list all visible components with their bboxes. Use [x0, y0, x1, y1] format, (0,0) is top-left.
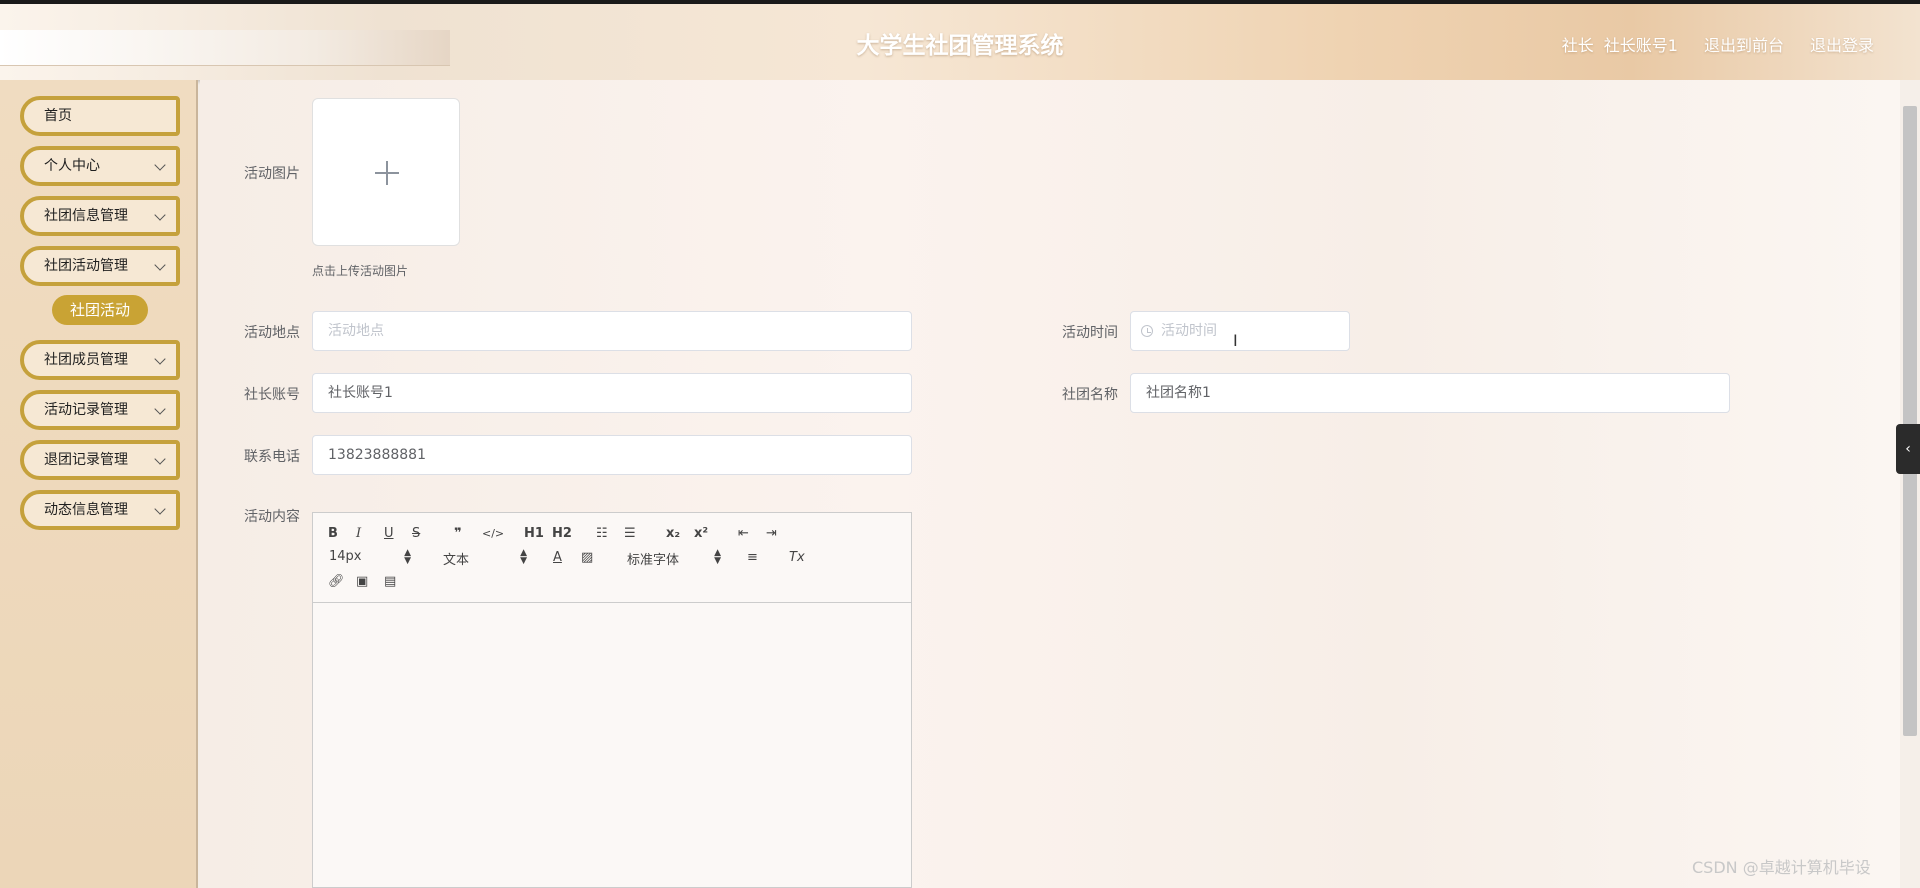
chevron-down-icon — [154, 209, 166, 221]
location-placeholder: 活动地点 — [328, 323, 384, 339]
plus-icon-vertical — [386, 161, 388, 185]
strike-button[interactable]: S — [412, 525, 420, 543]
bullet-list-icon[interactable]: ☰ — [624, 525, 636, 543]
clear-format-button[interactable]: Tx — [789, 549, 805, 567]
club-label: 社团名称 — [1062, 387, 1118, 403]
leader-value: 社长账号1 — [328, 385, 393, 401]
font-size-value: 14px — [329, 549, 362, 564]
video-icon[interactable]: ▤ — [384, 573, 396, 591]
sidebar: 首页 个人中心 社团信息管理 社团活动管理 社团活动 社团成员管理 活动记录管理… — [0, 80, 198, 888]
leader-input[interactable]: 社长账号1 — [312, 373, 912, 413]
sidebar-item-label: 活动记录管理 — [44, 402, 128, 418]
font-color-icon[interactable]: A — [553, 549, 562, 567]
header-actions: 社长 社长账号1 退出到前台 退出登录 — [1562, 32, 1874, 56]
submenu-club-activity[interactable]: 社团活动 — [52, 295, 148, 325]
sidebar-item-members[interactable]: 社团成员管理 — [20, 340, 180, 380]
time-placeholder: 活动时间 — [1161, 323, 1217, 339]
underline-button[interactable]: U — [384, 525, 394, 543]
h1-button[interactable]: H1 — [524, 525, 544, 543]
chevron-down-icon — [154, 259, 166, 271]
chevron-down-icon — [154, 403, 166, 415]
font-family-select[interactable]: 标准字体 ▲ ▼ — [627, 548, 721, 569]
text-cursor-icon: I — [1233, 331, 1238, 350]
sidebar-item-quit-records[interactable]: 退团记录管理 — [20, 440, 180, 480]
sidebar-item-label: 动态信息管理 — [44, 502, 128, 518]
chevron-down-icon — [154, 453, 166, 465]
editor-toolbar: B I U S ❞ </> H1 H2 ☷ ☰ x₂ x² ⇤ ⇥ 14px ▲… — [313, 513, 911, 603]
sidebar-item-label: 首页 — [44, 108, 72, 124]
font-size-select[interactable]: 14px ▲ ▼ — [329, 549, 411, 567]
indent-icon[interactable]: ⇥ — [766, 525, 777, 543]
ordered-list-icon[interactable]: ☷ — [596, 525, 608, 543]
chevron-down-icon — [154, 159, 166, 171]
chevron-down-icon — [154, 353, 166, 365]
sidebar-item-label: 社团成员管理 — [44, 352, 128, 368]
select-arrow-icon: ▲ ▼ — [520, 548, 527, 566]
club-input[interactable]: 社团名称1 — [1130, 373, 1730, 413]
image-label: 活动图片 — [244, 166, 300, 182]
chevron-left-icon[interactable]: ‹ — [1896, 424, 1920, 474]
code-button[interactable]: </> — [482, 525, 504, 543]
club-value: 社团名称1 — [1146, 385, 1211, 401]
sidebar-item-news[interactable]: 动态信息管理 — [20, 490, 180, 530]
location-label: 活动地点 — [244, 325, 300, 341]
sidebar-item-home[interactable]: 首页 — [20, 96, 180, 136]
sidebar-item-label: 社团活动管理 — [44, 258, 128, 274]
image-upload[interactable] — [312, 98, 460, 246]
select-arrow-icon: ▲ ▼ — [404, 548, 411, 566]
upload-tip: 点击上传活动图片 — [312, 264, 409, 278]
chevron-down-icon — [154, 503, 166, 515]
sidebar-item-label: 个人中心 — [44, 158, 100, 174]
phone-value: 13823888881 — [328, 447, 426, 463]
exit-to-front-link[interactable]: 退出到前台 — [1704, 32, 1784, 56]
background-color-icon[interactable]: ▨ — [581, 549, 593, 567]
subscript-button[interactable]: x₂ — [666, 525, 680, 543]
sidebar-item-profile[interactable]: 个人中心 — [20, 146, 180, 186]
bold-button[interactable]: B — [328, 525, 338, 543]
user-role: 社长 — [1561, 36, 1594, 55]
sidebar-item-activity-records[interactable]: 活动记录管理 — [20, 390, 180, 430]
italic-button[interactable]: I — [356, 525, 361, 543]
logout-link[interactable]: 退出登录 — [1810, 32, 1874, 56]
user-account: 社长账号1 — [1603, 36, 1678, 55]
text-style-value: 文本 — [443, 553, 470, 568]
sidebar-item-club-activity[interactable]: 社团活动管理 — [20, 246, 180, 286]
sidebar-item-club-info[interactable]: 社团信息管理 — [20, 196, 180, 236]
clock-icon — [1141, 325, 1153, 337]
phone-input[interactable]: 13823888881 — [312, 435, 912, 475]
watermark: CSDN @卓越计算机毕设 — [1692, 858, 1871, 877]
location-input[interactable]: 活动地点 — [312, 311, 912, 351]
select-arrow-icon: ▲ ▼ — [714, 548, 721, 566]
content-label: 活动内容 — [244, 509, 300, 525]
h2-button[interactable]: H2 — [552, 525, 572, 543]
sidebar-item-label: 社团信息管理 — [44, 208, 128, 224]
superscript-button[interactable]: x² — [694, 525, 708, 543]
time-label: 活动时间 — [1062, 325, 1118, 341]
sidebar-item-label: 退团记录管理 — [44, 452, 128, 468]
leader-label: 社长账号 — [244, 387, 300, 403]
text-style-select[interactable]: 文本 ▲ ▼ — [443, 548, 527, 569]
phone-label: 联系电话 — [244, 449, 300, 465]
header: 大学生社团管理系统 社长 社长账号1 退出到前台 退出登录 — [0, 4, 1920, 80]
scrollbar-thumb[interactable] — [1903, 106, 1917, 736]
align-icon[interactable]: ≡ — [747, 549, 758, 567]
user-info: 社长 社长账号1 — [1562, 32, 1678, 56]
outdent-icon[interactable]: ⇤ — [738, 525, 749, 543]
quote-button[interactable]: ❞ — [454, 525, 462, 543]
link-icon[interactable]: 🔗︎ — [328, 573, 345, 591]
rich-text-editor: B I U S ❞ </> H1 H2 ☷ ☰ x₂ x² ⇤ ⇥ 14px ▲… — [312, 512, 912, 888]
font-family-value: 标准字体 — [627, 553, 680, 568]
image-icon[interactable]: ▣ — [356, 573, 368, 591]
